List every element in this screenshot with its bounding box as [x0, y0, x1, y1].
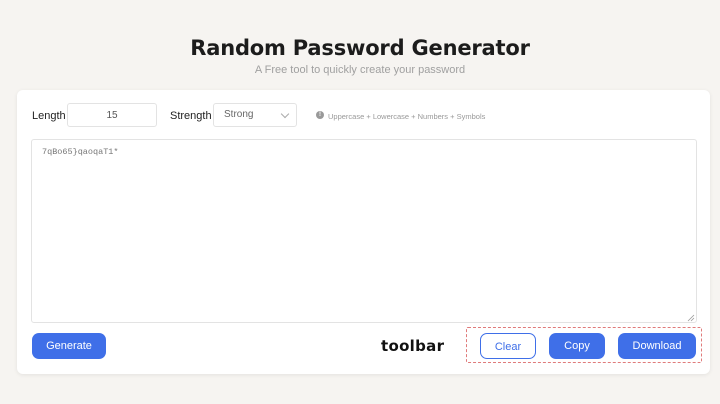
generate-button[interactable]: Generate — [32, 333, 106, 359]
generator-card: Length Strength Strong ! Uppercase + Low… — [17, 90, 710, 374]
strength-label: Strength — [170, 110, 212, 122]
toolbar-label: toolbar — [381, 337, 445, 355]
chevron-down-icon — [280, 109, 290, 119]
strength-select[interactable]: Strong — [213, 103, 297, 127]
page-header: Random Password Generator A Free tool to… — [0, 0, 720, 90]
info-icon: ! — [316, 111, 324, 119]
clear-button[interactable]: Clear — [480, 333, 536, 359]
charset-info: Uppercase + Lowercase + Numbers + Symbol… — [328, 112, 486, 121]
password-output[interactable]: 7qBo65}qaoqaT1* — [31, 139, 697, 323]
page-title: Random Password Generator — [190, 36, 530, 60]
copy-button[interactable]: Copy — [549, 333, 605, 359]
resize-handle-icon[interactable] — [687, 314, 695, 322]
strength-select-value: Strong — [224, 109, 254, 120]
length-input[interactable] — [67, 103, 157, 127]
length-label: Length — [32, 110, 66, 122]
download-button[interactable]: Download — [618, 333, 696, 359]
page-subtitle: A Free tool to quickly create your passw… — [254, 64, 466, 76]
